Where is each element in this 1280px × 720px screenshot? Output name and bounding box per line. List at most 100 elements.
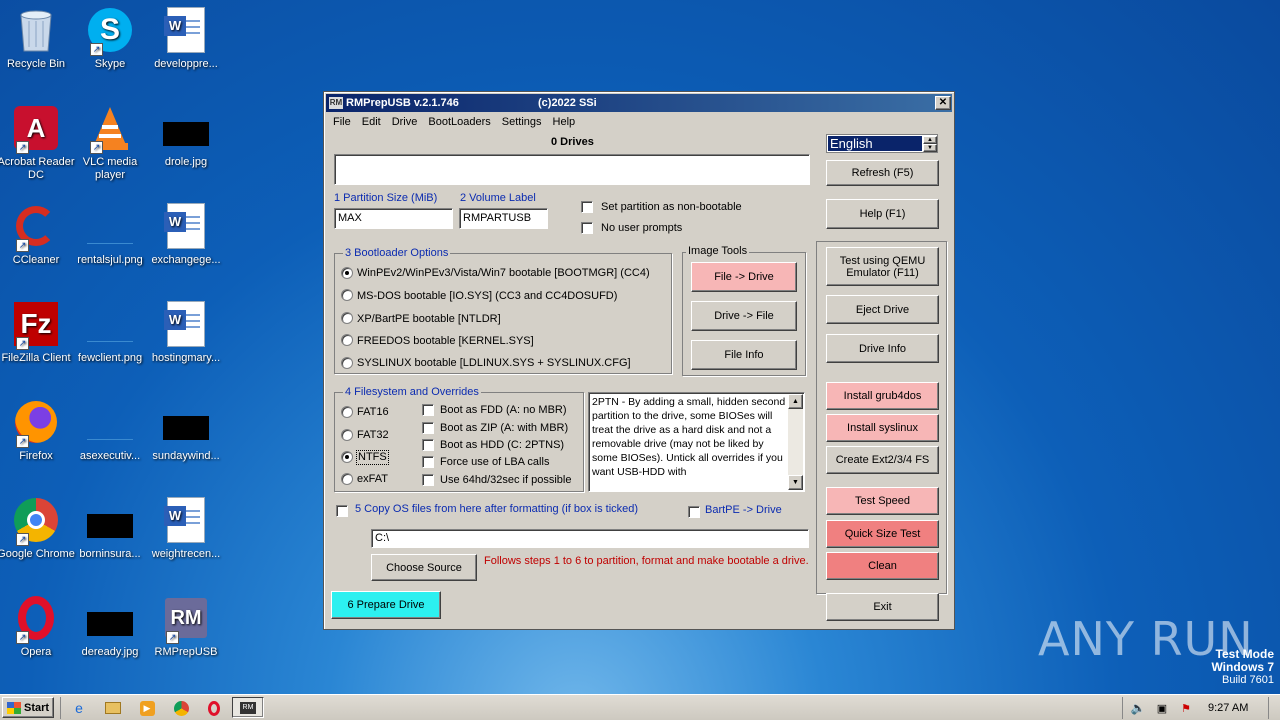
desktop-icon-sundaywind[interactable]: sundaywind...	[147, 398, 225, 463]
spin-down-icon[interactable]: ▼	[923, 144, 937, 152]
image-file-icon	[86, 496, 134, 544]
bootloader-radio-freedos[interactable]	[341, 334, 353, 346]
help-text-box[interactable]: 2PTN - By adding a small, hidden second …	[588, 392, 805, 492]
chrome-taskbar-icon[interactable]	[170, 698, 192, 718]
start-button[interactable]: Start	[2, 697, 54, 718]
nonbootable-checkbox[interactable]	[581, 201, 593, 213]
desktop-icon-acrobat[interactable]: A ↗ Acrobat Reader DC	[0, 104, 75, 182]
desktop-icon-rentalsjul[interactable]: rentalsjul.png	[71, 202, 149, 267]
desktop-icon-vlc[interactable]: ↗ VLC media player	[71, 104, 149, 182]
desktop-icon-chrome[interactable]: ↗ Google Chrome	[0, 496, 75, 561]
close-button[interactable]: ✕	[935, 96, 951, 110]
drive-list[interactable]	[334, 154, 810, 185]
bootloader-radio-winpe[interactable]	[341, 267, 353, 279]
fs-radio-exfat[interactable]	[341, 473, 353, 485]
desktop-icon-ccleaner[interactable]: ↗ CCleaner	[0, 202, 75, 267]
install-grub4dos-button[interactable]: Install grub4dos	[826, 382, 939, 410]
desktop-icon-skype[interactable]: S ↗ Skype	[71, 6, 149, 71]
network-icon[interactable]: ▣	[1151, 698, 1173, 718]
desktop-icon-weightrecen[interactable]: W weightrecen...	[147, 496, 225, 561]
help-button[interactable]: Help (F1)	[826, 199, 939, 229]
bootloader-radio-syslinux[interactable]	[341, 357, 353, 369]
fs-radio-ntfs[interactable]	[341, 451, 353, 463]
menu-drive[interactable]: Drive	[392, 116, 418, 128]
bartpe-checkbox[interactable]	[688, 506, 700, 518]
bootloader-radio-xp[interactable]	[341, 312, 353, 324]
refresh-button[interactable]: Refresh (F5)	[826, 160, 939, 186]
language-select[interactable]: English ▲ ▼	[826, 134, 938, 153]
override-checkbox-hdd[interactable]	[422, 439, 434, 451]
rmprepusb-icon: RM ↗	[162, 594, 210, 644]
copy-os-checkbox[interactable]	[336, 505, 348, 517]
show-desktop-button[interactable]	[1268, 697, 1278, 719]
partition-size-input[interactable]: MAX	[334, 208, 453, 229]
fs-radio-fat32[interactable]	[341, 429, 353, 441]
source-path-input[interactable]: C:\	[371, 529, 809, 548]
test-speed-button[interactable]: Test Speed	[826, 487, 939, 515]
clean-button[interactable]: Clean	[826, 552, 939, 580]
desktop-icon-filezilla[interactable]: Fz ↗ FileZilla Client	[0, 300, 75, 365]
drive-info-button[interactable]: Drive Info	[826, 334, 939, 363]
menu-bootloaders[interactable]: BootLoaders	[428, 116, 490, 128]
bootloader-option: SYSLINUX bootable [LDLINUX.SYS + SYSLINU…	[357, 357, 631, 369]
test-mode-text: Test Mode Windows 7 Build 7601	[1211, 647, 1274, 687]
desktop-icon-opera[interactable]: ↗ Opera	[0, 594, 75, 659]
rmprepusb-taskbar-button[interactable]: RM	[232, 697, 264, 718]
fs-radio-fat16[interactable]	[341, 406, 353, 418]
desktop-icon-asexecutiv[interactable]: asexecutiv...	[71, 398, 149, 463]
override-checkbox-fdd[interactable]	[422, 404, 434, 416]
scroll-up-icon[interactable]: ▲	[788, 394, 803, 409]
volume-icon[interactable]: 🔈	[1127, 698, 1149, 718]
file-info-button[interactable]: File Info	[691, 340, 797, 370]
desktop-icon-recycle-bin[interactable]: Recycle Bin	[0, 6, 75, 71]
menu-file[interactable]: File	[333, 116, 351, 128]
nonbootable-label: Set partition as non-bootable	[601, 201, 742, 213]
opera-taskbar-icon[interactable]	[203, 698, 225, 718]
volume-label-input[interactable]: RMPARTUSB	[459, 208, 548, 229]
media-player-icon[interactable]: ▶	[136, 698, 158, 718]
menu-edit[interactable]: Edit	[362, 116, 381, 128]
override-checkbox-zip[interactable]	[422, 422, 434, 434]
desktop-icon-drole[interactable]: drole.jpg	[147, 104, 225, 169]
window-title: RMPrepUSB v.2.1.746	[346, 97, 459, 109]
menu-help[interactable]: Help	[553, 116, 576, 128]
no-prompts-checkbox[interactable]	[581, 222, 593, 234]
desktop-icon-hostingmary[interactable]: W hostingmary...	[147, 300, 225, 365]
word-document-icon: W	[162, 496, 210, 544]
drive-to-file-button[interactable]: Drive -> File	[691, 301, 797, 331]
prepare-drive-button[interactable]: 6 Prepare Drive	[331, 591, 441, 619]
ccleaner-icon: ↗	[12, 202, 60, 252]
desktop-icon-rmprepusb[interactable]: RM ↗ RMPrepUSB	[147, 594, 225, 659]
desktop-icon-developpre[interactable]: W developpre...	[147, 6, 225, 71]
action-center-icon[interactable]: ⚑	[1175, 698, 1197, 718]
create-ext-fs-button[interactable]: Create Ext2/3/4 FS	[826, 446, 939, 474]
explorer-icon[interactable]	[102, 698, 124, 718]
file-to-drive-button[interactable]: File -> Drive	[691, 262, 797, 292]
desktop-icon-deready[interactable]: deready.jpg	[71, 594, 149, 659]
scroll-down-icon[interactable]: ▼	[788, 475, 803, 490]
install-syslinux-button[interactable]: Install syslinux	[826, 414, 939, 442]
drives-count: 0 Drives	[551, 136, 594, 148]
quick-size-test-button[interactable]: Quick Size Test	[826, 520, 939, 548]
desktop-icon-exchangege[interactable]: W exchangege...	[147, 202, 225, 267]
desktop-icon-borninsura[interactable]: borninsura...	[71, 496, 149, 561]
bootloader-title: 3 Bootloader Options	[343, 247, 451, 259]
desktop-icon-fewclient[interactable]: fewclient.png	[71, 300, 149, 365]
override-checkbox-64hd[interactable]	[422, 474, 434, 486]
eject-drive-button[interactable]: Eject Drive	[826, 295, 939, 324]
taskbar: Start e ▶ RM 🔈 ▣ ⚑ 9:27 AM	[0, 694, 1280, 720]
choose-source-button[interactable]: Choose Source	[371, 554, 477, 581]
filesystem-title: 4 Filesystem and Overrides	[343, 386, 481, 398]
exit-button[interactable]: Exit	[826, 593, 939, 621]
override-label: Use 64hd/32sec if possible	[440, 474, 572, 486]
qemu-test-button[interactable]: Test using QEMU Emulator (F11)	[826, 247, 939, 286]
menu-settings[interactable]: Settings	[502, 116, 542, 128]
help-scrollbar[interactable]: ▲ ▼	[788, 394, 803, 490]
desktop-icon-firefox[interactable]: ↗ Firefox	[0, 398, 75, 463]
fs-label: exFAT	[357, 473, 388, 485]
clock[interactable]: 9:27 AM	[1208, 702, 1248, 715]
bootloader-radio-msdos[interactable]	[341, 289, 353, 301]
override-label: Boot as HDD (C: 2PTNS)	[440, 439, 565, 451]
override-checkbox-lba[interactable]	[422, 456, 434, 468]
ie-icon[interactable]: e	[68, 698, 90, 718]
